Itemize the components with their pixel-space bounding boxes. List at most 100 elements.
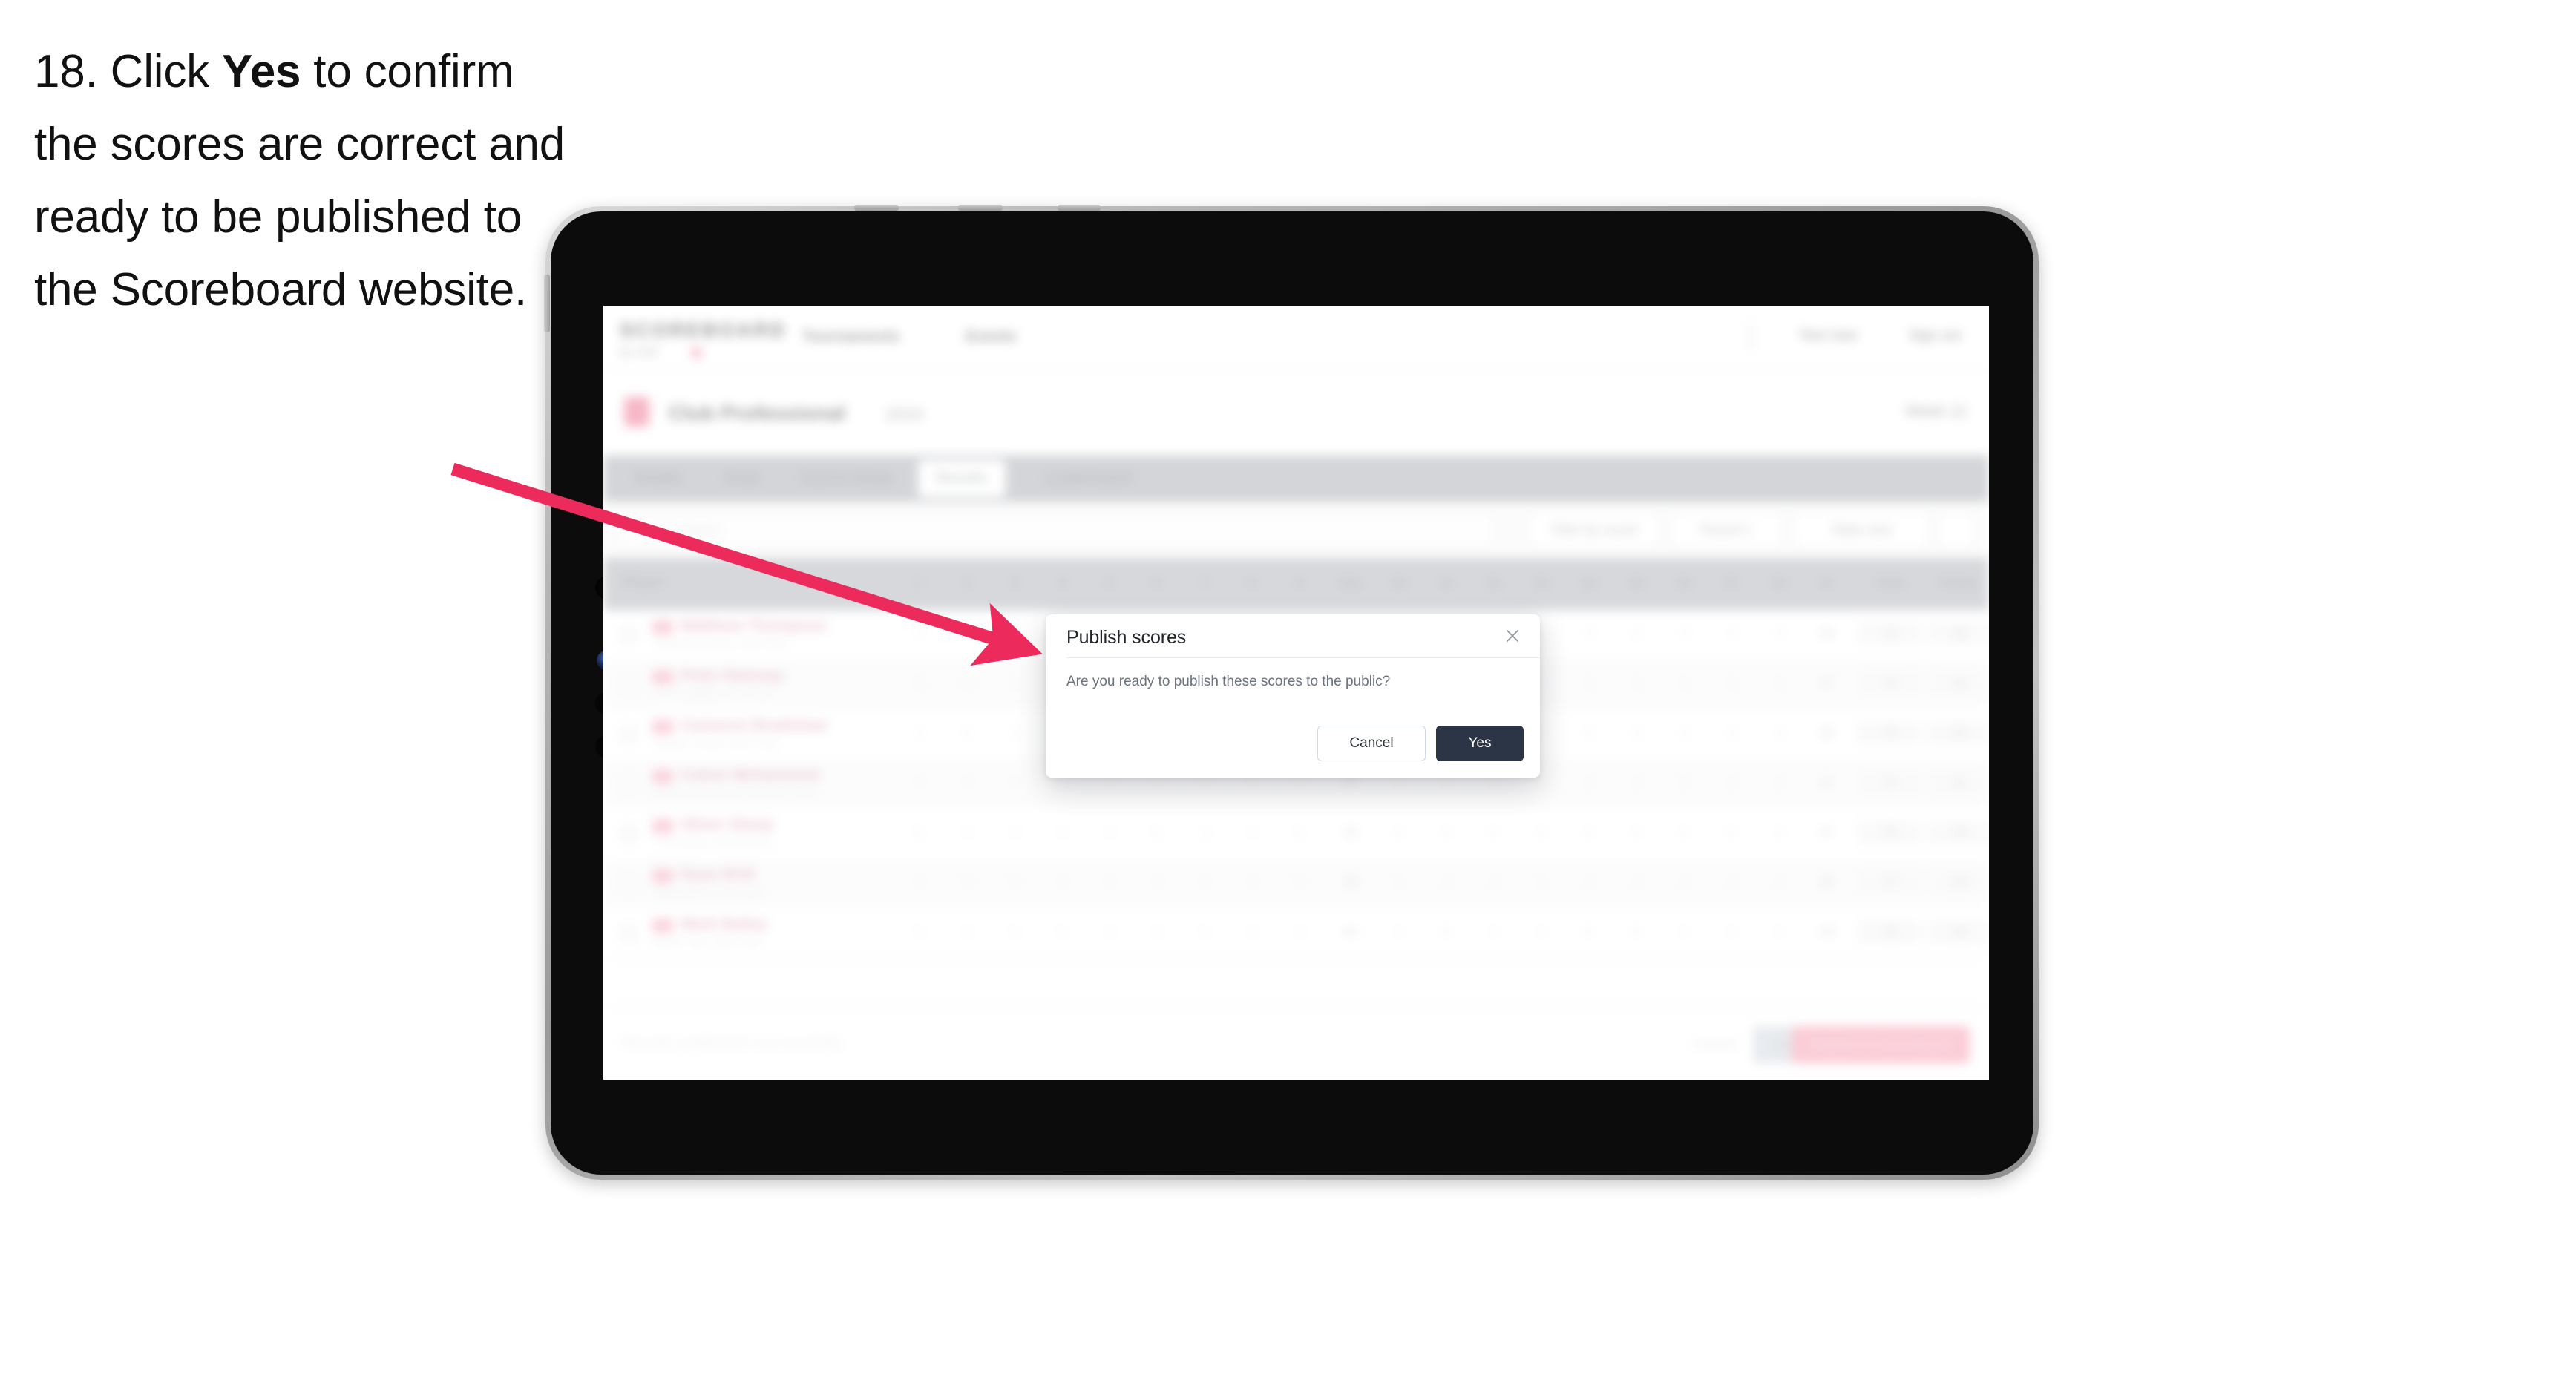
row-checkbox[interactable] (620, 676, 638, 694)
score-cell[interactable]: 4 (1476, 775, 1512, 791)
score-cell[interactable]: 4 (1476, 875, 1512, 890)
score-cell[interactable]: 3 (997, 626, 1032, 642)
score-cell[interactable]: 4 (1476, 924, 1512, 940)
tab-details[interactable]: Details (624, 463, 692, 494)
score-cell[interactable]: 5 (1619, 626, 1654, 642)
score-cell[interactable]: 5 (1044, 775, 1080, 791)
settings-icon[interactable] (1938, 512, 1975, 548)
score-cell[interactable]: 4 (997, 726, 1032, 741)
score-cell[interactable]: 4 (1571, 775, 1607, 791)
score-cell[interactable]: 3 (1092, 775, 1127, 791)
close-icon[interactable] (1500, 623, 1525, 648)
score-cell[interactable]: 4 (1666, 825, 1702, 841)
score-cell[interactable]: 5 (949, 875, 985, 890)
score-cell[interactable]: 4 (1571, 626, 1607, 642)
score-cell[interactable]: 4 (1234, 825, 1270, 841)
score-cell[interactable]: 4 (1619, 875, 1654, 890)
score-cell[interactable]: 4 (1761, 626, 1797, 642)
score-cell[interactable]: 4 (1571, 875, 1607, 890)
app-logo[interactable]: SCOREBOARD (620, 319, 787, 342)
score-cell[interactable]: 4 (1044, 825, 1080, 841)
score-cell[interactable]: 4 (1092, 825, 1127, 841)
score-cell[interactable]: 4 (1666, 726, 1702, 741)
nav-link-events[interactable]: Events (966, 328, 1017, 346)
score-cell[interactable]: 3 (1666, 676, 1702, 692)
tab-course-setup[interactable]: Course Setup (790, 463, 902, 494)
score-cell[interactable]: 5 (1282, 825, 1317, 841)
score-cell[interactable]: 5 (949, 726, 985, 741)
tab-results[interactable]: Results (918, 460, 1006, 497)
score-cell[interactable]: 4 (1234, 875, 1270, 890)
filter-button-round-num[interactable]: Round 1 (1671, 512, 1782, 548)
score-cell[interactable]: 5 (1714, 825, 1749, 841)
score-cell[interactable]: 4 (949, 924, 985, 940)
device-button-side[interactable] (544, 275, 550, 332)
score-cell[interactable]: 5 (1571, 924, 1607, 940)
score-cell[interactable]: 4 (902, 875, 937, 890)
score-cell[interactable]: 4 (1761, 924, 1797, 940)
score-cell[interactable]: 4 (949, 676, 985, 692)
row-checkbox[interactable] (620, 924, 638, 942)
score-cell[interactable]: 4 (1666, 626, 1702, 642)
device-button-top-3[interactable] (1058, 205, 1101, 211)
score-cell[interactable]: 4 (1524, 924, 1559, 940)
score-cell[interactable]: 3 (1714, 626, 1749, 642)
score-cell[interactable]: 4 (1282, 775, 1317, 791)
score-cell[interactable]: 5 (1476, 825, 1512, 841)
score-cell[interactable]: 4 (1139, 924, 1175, 940)
tab-draw[interactable]: Draw (713, 463, 771, 494)
score-cell[interactable]: 4 (902, 775, 937, 791)
cancel-button[interactable]: Cancel (1317, 726, 1426, 761)
score-cell[interactable]: 5 (1571, 726, 1607, 741)
score-cell[interactable]: 3 (997, 676, 1032, 692)
score-cell[interactable]: 4 (1044, 875, 1080, 890)
score-cell[interactable]: 5 (1044, 924, 1080, 940)
score-cell[interactable]: 4 (949, 825, 985, 841)
score-cell[interactable]: 5 (1666, 775, 1702, 791)
score-cell[interactable]: 4 (1761, 875, 1797, 890)
score-cell[interactable]: 3 (1761, 825, 1797, 841)
score-cell[interactable]: 4 (1619, 726, 1654, 741)
publish-to-scoreboard-button[interactable]: Publish to Scoreboard (1792, 1026, 1970, 1063)
score-cell[interactable]: 3 (1761, 726, 1797, 741)
nav-signout[interactable]: Sign out (1909, 328, 1961, 344)
score-cell[interactable]: 4 (1381, 775, 1417, 791)
score-cell[interactable]: 4 (1429, 825, 1464, 841)
filter-button-view[interactable]: Table view (1794, 512, 1929, 548)
score-cell[interactable]: 5 (1187, 924, 1222, 940)
score-cell[interactable]: 5 (1139, 825, 1175, 841)
yes-button[interactable]: Yes (1436, 726, 1524, 761)
score-cell[interactable]: 5 (902, 825, 937, 841)
score-cell[interactable]: 4 (1092, 875, 1127, 890)
row-checkbox[interactable] (620, 626, 638, 644)
score-cell[interactable]: 4 (1524, 825, 1559, 841)
tab-leaderboard[interactable]: Leaderboard (1023, 463, 1154, 494)
filter-button-round[interactable]: Filter by round (1530, 512, 1659, 548)
score-cell[interactable]: 4 (1234, 924, 1270, 940)
score-cell[interactable]: 4 (1092, 924, 1127, 940)
score-cell[interactable]: 5 (997, 875, 1032, 890)
table-row[interactable]: Mark Bailey Moor Park Golf Club 5 4 5 5 4 4 5 4 4 4… (603, 908, 1989, 959)
score-cell[interactable]: 4 (1282, 924, 1317, 940)
score-cell[interactable]: 3 (1619, 775, 1654, 791)
table-row[interactable]: Oliver Sharp The Belfry Golf Resort 5 4 4 4 4 5… (603, 809, 1989, 859)
score-cell[interactable]: 4 (1571, 825, 1607, 841)
score-cell[interactable]: 5 (902, 676, 937, 692)
score-cell[interactable]: 5 (902, 924, 937, 940)
score-cell[interactable]: 5 (1381, 875, 1417, 890)
score-cell[interactable]: 4 (1714, 924, 1749, 940)
search-input[interactable]: Search players (617, 513, 1494, 548)
table-row[interactable]: Ryan Britt Wentworth Golf Club 4 5 5 4 4 4 4 4 5 39… (603, 858, 1989, 909)
score-cell[interactable]: 4 (1714, 875, 1749, 890)
row-checkbox[interactable] (620, 726, 638, 743)
score-cell[interactable]: 4 (1429, 875, 1464, 890)
score-cell[interactable]: 4 (949, 775, 985, 791)
score-cell[interactable]: 5 (997, 924, 1032, 940)
score-cell[interactable]: 4 (1666, 875, 1702, 890)
nav-user-name[interactable]: Test User (1799, 328, 1858, 344)
score-cell[interactable]: 5 (1619, 924, 1654, 940)
device-button-top-2[interactable] (958, 205, 1003, 211)
score-cell[interactable]: 4 (1666, 924, 1702, 940)
nav-link-tournaments[interactable]: Tournaments (802, 328, 899, 346)
score-cell[interactable]: 4 (1381, 924, 1417, 940)
